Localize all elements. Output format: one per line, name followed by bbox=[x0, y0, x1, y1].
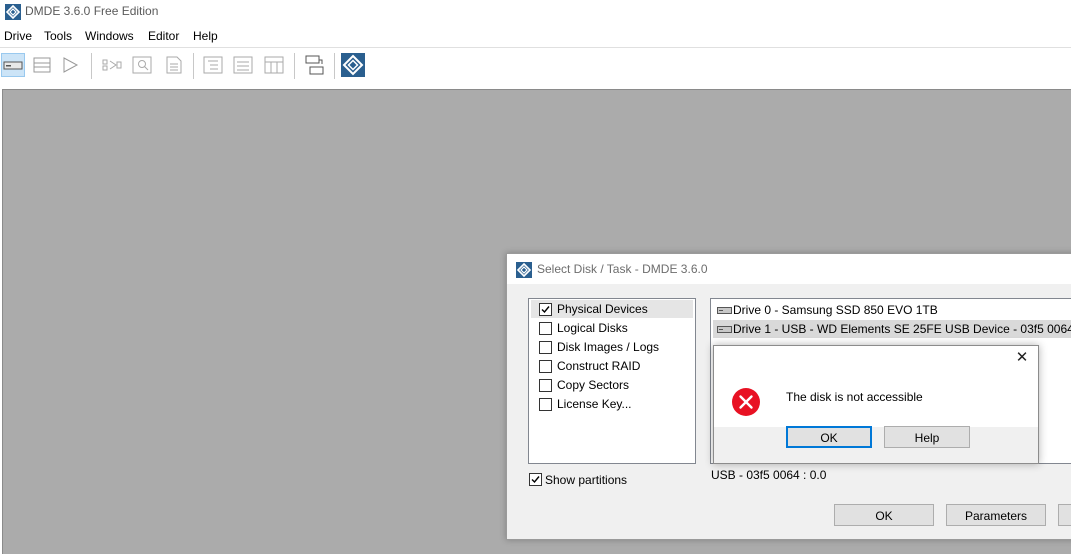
task-label: Construct RAID bbox=[557, 359, 641, 373]
error-message: The disk is not accessible bbox=[786, 390, 923, 404]
help-button[interactable]: Help bbox=[884, 426, 970, 448]
task-label: License Key... bbox=[557, 397, 632, 411]
checkbox[interactable] bbox=[539, 398, 552, 411]
dmde-logo-icon bbox=[5, 4, 21, 20]
dmde-logo-icon bbox=[516, 262, 532, 278]
show-partitions-checkbox[interactable]: Show partitions bbox=[528, 472, 688, 488]
navigate-button[interactable] bbox=[100, 53, 124, 77]
task-construct-raid[interactable]: Construct RAID bbox=[531, 357, 693, 375]
show-partitions-label: Show partitions bbox=[545, 473, 628, 487]
menu-windows[interactable]: Windows bbox=[85, 29, 134, 43]
select-drive-button[interactable] bbox=[1, 53, 25, 77]
menu-editor[interactable]: Editor bbox=[148, 29, 179, 43]
checkbox[interactable] bbox=[539, 303, 552, 316]
ok-button[interactable]: OK bbox=[786, 426, 872, 448]
close-icon[interactable]: ✕ bbox=[1014, 349, 1030, 367]
hard-disk-icon bbox=[717, 326, 732, 333]
new-file-button[interactable] bbox=[162, 53, 186, 77]
list-icon bbox=[33, 57, 51, 73]
task-label: Physical Devices bbox=[557, 302, 648, 316]
checkbox[interactable] bbox=[539, 341, 552, 354]
tree-icon bbox=[203, 56, 223, 74]
dialog-title: Select Disk / Task - DMDE 3.6.0 bbox=[537, 262, 708, 276]
connect-icon bbox=[305, 55, 324, 75]
dmde-logo-icon bbox=[341, 53, 365, 77]
app-title-bar: DMDE 3.6.0 Free Edition bbox=[0, 0, 1071, 24]
drive-label: Drive 0 - Samsung SSD 850 EVO 1TB bbox=[733, 303, 938, 317]
task-physical-devices[interactable]: Physical Devices bbox=[531, 300, 693, 318]
task-license-key[interactable]: License Key... bbox=[531, 395, 693, 413]
drive-label: Drive 1 - USB - WD Elements SE 25FE USB … bbox=[733, 322, 1071, 336]
error-message-box: ✕ The disk is not accessible OK Help bbox=[713, 345, 1039, 464]
task-label: Copy Sectors bbox=[557, 378, 630, 392]
dialog-title-bar[interactable]: Select Disk / Task - DMDE 3.6.0 bbox=[507, 254, 1071, 284]
checkbox[interactable] bbox=[529, 473, 542, 486]
task-list: Physical Devices Logical Disks Disk Imag… bbox=[528, 298, 696, 464]
details-icon bbox=[233, 56, 253, 74]
partitions-button[interactable] bbox=[30, 53, 54, 77]
connect-button[interactable] bbox=[302, 53, 326, 77]
parameters-button[interactable]: Parameters bbox=[946, 504, 1046, 526]
more-button[interactable] bbox=[1058, 504, 1071, 526]
drive-item-1[interactable]: Drive 1 - USB - WD Elements SE 25FE USB … bbox=[713, 320, 1071, 338]
tree-view-button[interactable] bbox=[201, 53, 225, 77]
checkbox[interactable] bbox=[539, 322, 552, 335]
grid-view-button[interactable] bbox=[262, 53, 286, 77]
menu-tools[interactable]: Tools bbox=[44, 29, 72, 43]
list-view-button[interactable] bbox=[231, 53, 255, 77]
task-label: Disk Images / Logs bbox=[557, 340, 660, 354]
menu-help[interactable]: Help bbox=[193, 29, 218, 43]
error-icon bbox=[732, 388, 760, 416]
grid-icon bbox=[264, 56, 284, 74]
drive-item-0[interactable]: Drive 0 - Samsung SSD 850 EVO 1TB bbox=[713, 301, 1071, 319]
open-volume-button[interactable] bbox=[58, 53, 82, 77]
play-icon bbox=[63, 57, 79, 73]
arrows-icon bbox=[102, 59, 122, 71]
dmde-about-button[interactable] bbox=[341, 53, 365, 77]
menu-drive[interactable]: Drive bbox=[4, 29, 32, 43]
checkbox[interactable] bbox=[539, 379, 552, 392]
task-logical-disks[interactable]: Logical Disks bbox=[531, 319, 693, 337]
task-copy-sectors[interactable]: Copy Sectors bbox=[531, 376, 693, 394]
message-box-content: The disk is not accessible bbox=[714, 371, 1038, 427]
ok-button[interactable]: OK bbox=[834, 504, 934, 526]
toolbar bbox=[0, 47, 1071, 86]
task-disk-images[interactable]: Disk Images / Logs bbox=[531, 338, 693, 356]
checkbox[interactable] bbox=[539, 360, 552, 373]
drive-status-text: USB - 03f5 0064 : 0.0 bbox=[711, 468, 827, 482]
drive-icon bbox=[3, 61, 23, 70]
message-box-title-bar[interactable]: ✕ bbox=[714, 346, 1038, 371]
menu-bar: Drive Tools Windows Editor Help bbox=[0, 26, 1071, 46]
hard-disk-icon bbox=[717, 307, 732, 314]
task-label: Logical Disks bbox=[557, 321, 628, 335]
window-title: DMDE 3.6.0 Free Edition bbox=[25, 4, 159, 18]
search-icon bbox=[132, 56, 152, 74]
find-button[interactable] bbox=[130, 53, 154, 77]
document-star-icon bbox=[166, 56, 182, 74]
